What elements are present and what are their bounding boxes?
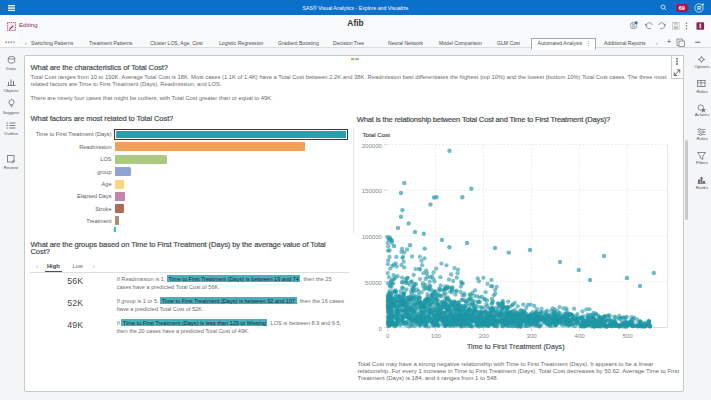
svg-text:R: R <box>697 5 702 11</box>
